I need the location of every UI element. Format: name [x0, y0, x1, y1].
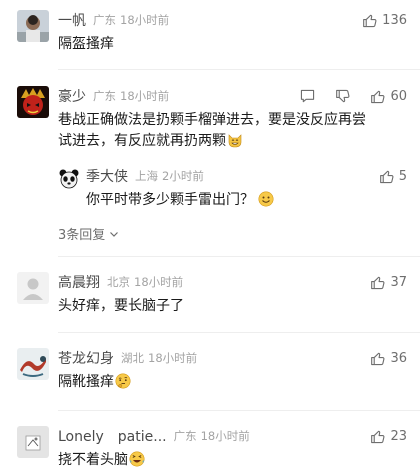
- like-button[interactable]: 136: [362, 10, 407, 30]
- comment-item: 苍龙幻身 湖北 18小时前 隔靴搔痒 36: [0, 348, 420, 408]
- comment-item: 豪少 广东 18小时前 60 巷战正确做法是扔颗手榴弹进去，要是没反应再尝 试进…: [0, 86, 420, 246]
- like-button[interactable]: 5: [379, 166, 407, 186]
- more-replies-link[interactable]: 3条回复: [58, 224, 120, 243]
- location: 上海: [135, 169, 158, 183]
- username[interactable]: Lonely patie...: [58, 426, 167, 446]
- username[interactable]: 高晨翔: [58, 272, 100, 292]
- thumbs-up-icon: [371, 276, 385, 289]
- location: 湖北: [121, 351, 144, 365]
- comment-text: 头好痒，要长脑子了: [58, 298, 184, 314]
- cat-grin-emoji: [228, 134, 242, 148]
- divider: [58, 256, 420, 257]
- laughing-tears-emoji: [129, 451, 145, 467]
- divider: [58, 69, 420, 70]
- username[interactable]: 季大侠: [86, 166, 128, 186]
- like-button[interactable]: 37: [370, 272, 407, 292]
- comment-item: 一帆 广东 18小时前 隔盔搔痒 136: [0, 10, 420, 70]
- thumbs-up-icon: [379, 170, 394, 183]
- like-count: 5: [398, 168, 407, 184]
- smile-emoji: [258, 191, 274, 207]
- thumbs-up-icon: [371, 90, 385, 103]
- reply-text: 你平时带多少颗手雷出门？: [86, 190, 274, 211]
- location: 广东: [93, 89, 116, 103]
- like-count: 23: [390, 428, 407, 444]
- comment-text: 挠不着头脑: [58, 450, 145, 471]
- comment-text-line: 试进去，有反应就再扔两颗: [58, 131, 366, 152]
- like-count: 136: [382, 12, 407, 28]
- comment-icon: [300, 89, 315, 103]
- divider: [58, 332, 420, 333]
- like-count: 60: [390, 88, 407, 104]
- username[interactable]: 豪少: [58, 86, 86, 106]
- location: 广东: [93, 13, 116, 27]
- thumbs-up-icon: [371, 352, 385, 365]
- comment-item: Lonely patie... 广东 18小时前 挠不着头脑 23: [0, 426, 420, 472]
- divider: [58, 410, 420, 411]
- comment-text-line: 巷战正确做法是扔颗手榴弹进去，要是没反应再尝: [58, 112, 366, 128]
- avatar[interactable]: [58, 168, 80, 190]
- like-button[interactable]: 23: [370, 426, 407, 446]
- avatar[interactable]: [17, 272, 49, 304]
- like-button[interactable]: 60: [370, 86, 407, 106]
- location: 北京: [107, 275, 130, 289]
- timestamp: 2小时前: [162, 169, 204, 183]
- dislike-button[interactable]: [335, 86, 350, 106]
- avatar[interactable]: [17, 10, 49, 42]
- timestamp: 18小时前: [200, 429, 250, 443]
- like-count: 36: [390, 350, 407, 366]
- chevron-down-icon: [110, 231, 119, 237]
- thumbs-down-icon: [336, 89, 350, 102]
- timestamp: 18小时前: [120, 13, 170, 27]
- comment-item: 高晨翔 北京 18小时前 头好痒，要长脑子了 37: [0, 272, 420, 332]
- comment-text: 隔靴搔痒: [58, 372, 131, 393]
- timestamp: 18小时前: [120, 89, 170, 103]
- like-button[interactable]: 36: [370, 348, 407, 368]
- thumbs-up-icon: [371, 430, 385, 443]
- username[interactable]: 苍龙幻身: [58, 348, 114, 368]
- comment-text: 隔盔搔痒: [58, 36, 114, 52]
- thinking-emoji: [115, 373, 131, 389]
- reply-button[interactable]: [300, 86, 315, 106]
- avatar[interactable]: [17, 348, 49, 380]
- username[interactable]: 一帆: [58, 10, 86, 30]
- avatar[interactable]: [17, 86, 49, 118]
- timestamp: 18小时前: [148, 351, 198, 365]
- timestamp: 18小时前: [134, 275, 184, 289]
- like-count: 37: [390, 274, 407, 290]
- thumbs-up-icon: [363, 14, 377, 27]
- avatar[interactable]: [17, 426, 49, 458]
- location: 广东: [173, 429, 197, 443]
- comment-text: 巷战正确做法是扔颗手榴弹进去，要是没反应再尝 试进去，有反应就再扔两颗: [58, 110, 366, 152]
